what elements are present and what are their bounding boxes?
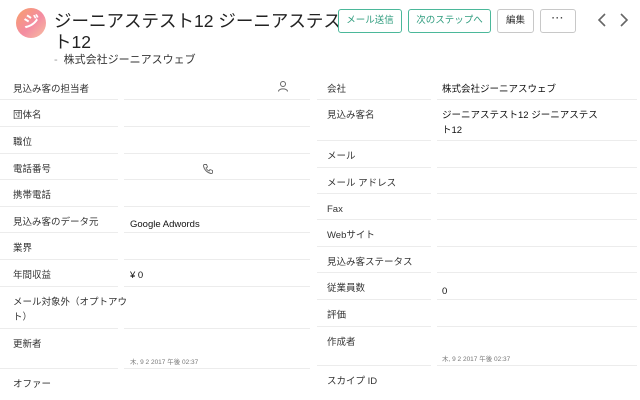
modified-timestamp: 木, 9 2 2017 午後 02:37 [130, 359, 199, 366]
subtitle-dash: - [54, 54, 58, 66]
field-email: メール [317, 141, 640, 168]
field-website: Webサイト [317, 220, 640, 247]
next-step-button[interactable]: 次のステップへ [408, 9, 491, 33]
edit-button[interactable]: 編集 [497, 9, 534, 33]
field-label: 更新者 [13, 339, 42, 350]
field-organization: 団体名 [0, 100, 310, 127]
field-industry: 業界 [0, 233, 310, 260]
chevron-right-icon[interactable] [616, 10, 632, 30]
field-value[interactable]: Google Adwords [130, 217, 200, 232]
field-mobile: 携帯電話 [0, 180, 310, 207]
field-label: 従業員数 [327, 283, 366, 294]
detail-column-right: 会社 株式会社ジーニアスウェブ 見込み客名 ジーニアステスト12 ジーニアステス… [317, 74, 640, 394]
field-offer: オファー [0, 369, 310, 397]
field-label: 業界 [13, 243, 33, 254]
field-company: 会社 株式会社ジーニアスウェブ [317, 74, 640, 100]
field-label: 職位 [13, 137, 33, 148]
person-icon[interactable] [277, 80, 289, 92]
field-label: スカイプ ID [327, 376, 378, 387]
field-label: 会社 [327, 84, 347, 95]
record-title: ジーニアステスト12 ジーニアステスト12 [54, 11, 341, 52]
field-value[interactable]: ジーニアステスト12 ジーニアステスト12 [442, 108, 607, 138]
field-label: 電話番号 [13, 164, 52, 175]
chevron-left-icon[interactable] [594, 10, 610, 30]
field-employees: 従業員数 0 [317, 273, 640, 300]
field-label: メール対象外（オプトアウト） [13, 297, 128, 323]
field-value[interactable]: 0 [442, 284, 612, 299]
avatar: ジ [16, 8, 46, 38]
field-label: 年間収益 [13, 270, 52, 281]
field-lead-owner: 見込み客の担当者 [0, 74, 310, 100]
field-fax: Fax [317, 194, 640, 220]
field-label: 見込み客の担当者 [13, 84, 90, 95]
field-label: 携帯電話 [13, 190, 52, 201]
field-skype-id: スカイプ ID [317, 366, 640, 394]
field-lead-source: 見込み客のデータ元 Google Adwords [0, 207, 310, 233]
field-label: オファー [13, 379, 52, 390]
field-modified-by: 更新者 木, 9 2 2017 午後 02:37 [0, 329, 310, 369]
field-position: 職位 [0, 127, 310, 154]
field-label: Fax [327, 204, 343, 215]
send-mail-button[interactable]: メール送信 [338, 9, 402, 33]
detail-column-left: 見込み客の担当者 団体名 職位 電話番号 携帯電話 見込み客のデータ元 Goog… [0, 74, 310, 397]
field-annual-revenue: 年間収益 ¥ 0 [0, 260, 310, 287]
field-label: 団体名 [13, 110, 42, 121]
field-label: 見込み客名 [327, 110, 375, 121]
field-lead-status: 見込み客ステータス [317, 247, 640, 273]
phone-icon[interactable] [202, 163, 214, 175]
field-label: メール [327, 151, 356, 162]
subtitle-company: 株式会社ジーニアスウェブ [63, 54, 196, 66]
field-email-address: メール アドレス [317, 168, 640, 194]
created-timestamp: 木, 9 2 2017 午後 02:37 [442, 356, 511, 363]
field-label: メール アドレス [327, 178, 397, 189]
field-label: 見込み客のデータ元 [13, 217, 99, 228]
record-header: ジ ジーニアステスト12 ジーニアステスト12 - 株式会社ジーニアスウェブ メー… [0, 0, 640, 70]
field-phone: 電話番号 [0, 154, 310, 180]
field-created-by: 作成者 木, 9 2 2017 午後 02:37 [317, 327, 640, 366]
field-value[interactable]: ¥ 0 [130, 268, 143, 283]
field-lead-name: 見込み客名 ジーニアステスト12 ジーニアステスト12 [317, 100, 640, 141]
record-subtitle: - 株式会社ジーニアスウェブ [54, 51, 196, 67]
field-label: 作成者 [327, 337, 356, 348]
field-label: Webサイト [327, 230, 375, 241]
field-email-opt-out: メール対象外（オプトアウト） [0, 287, 310, 329]
field-rating: 評価 [317, 300, 640, 327]
more-actions-button[interactable]: ··· [540, 9, 576, 33]
field-value[interactable]: 株式会社ジーニアスウェブ [442, 82, 612, 97]
field-label: 見込み客ステータス [327, 257, 413, 268]
field-label: 評価 [327, 310, 347, 321]
